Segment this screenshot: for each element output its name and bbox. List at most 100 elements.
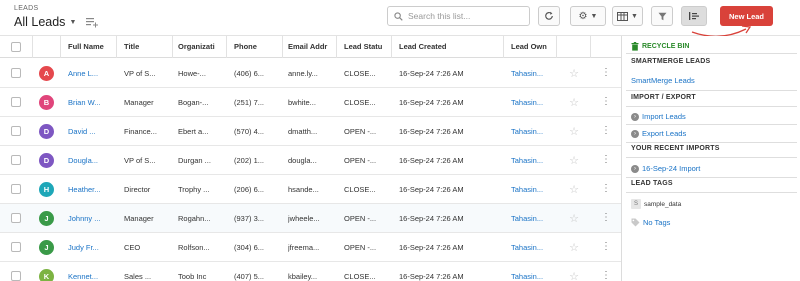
lead-name-link[interactable]: Kennet... [68,262,114,281]
lead-status: OPEN -... [344,155,377,165]
more-options-icon[interactable]: ⋮ [601,271,611,281]
more-options-icon[interactable]: ⋮ [601,242,611,252]
divider [626,53,797,54]
filter-button[interactable] [651,6,673,26]
column-header-email[interactable]: Email Addr [288,36,332,57]
lead-owner-link[interactable]: Tahasin... [511,175,555,203]
lead-name-link[interactable]: David ... [68,117,114,145]
lead-email: jfreema... [288,242,320,252]
settings-dropdown-button[interactable]: ⚙ ▼ [570,6,606,26]
star-icon[interactable]: ☆ [569,96,579,109]
export-leads-link[interactable]: › Export Leads [631,129,686,138]
more-options-icon[interactable]: ⋮ [601,126,611,136]
lead-owner-link[interactable]: Tahasin... [511,146,555,174]
lead-organization: Durgan ... [178,155,211,165]
lead-name-link[interactable]: Judy Fr... [68,233,114,261]
lead-owner-link[interactable]: Tahasin... [511,59,555,87]
column-header-lead-status[interactable]: Lead Statu [344,36,390,57]
divider [626,142,797,143]
table-row[interactable]: D Dougla... VP of S... Durgan ... (202) 1...… [0,146,621,175]
row-checkbox[interactable] [11,155,21,165]
column-header-organization[interactable]: Organizati [178,36,222,57]
row-checkbox[interactable] [11,184,21,194]
columns-dropdown-button[interactable]: ▼ [612,6,643,26]
star-icon[interactable]: ☆ [569,67,579,80]
row-checkbox[interactable] [11,213,21,223]
select-all-checkbox[interactable] [11,41,21,52]
search-input[interactable] [408,11,526,21]
table-row[interactable]: D David ... Finance... Ebert a... (570) 4...… [0,117,621,146]
lead-owner-link[interactable]: Tahasin... [511,88,555,116]
refresh-button[interactable] [538,6,560,26]
list-settings-icon[interactable] [86,17,98,28]
row-checkbox[interactable] [11,271,21,281]
refresh-icon [545,11,553,20]
more-options-icon[interactable]: ⋮ [601,213,611,223]
table-row[interactable]: J Johnny ... Manager Rogahn... (937) 3... jwh… [0,204,621,233]
star-icon[interactable]: ☆ [569,212,579,225]
lead-name-link[interactable]: Johnny ... [68,204,114,232]
lead-organization: Ebert a... [178,126,209,136]
lead-name-link[interactable]: Anne L... [68,59,114,87]
recent-import-link[interactable]: › 16-Sep-24 Import [631,164,700,173]
tag-sample-data[interactable]: S sample_data [631,199,681,209]
lead-organization: Rolfson... [178,242,210,252]
lead-name-link[interactable]: Brian W... [68,88,114,116]
lead-phone: (251) 7... [234,97,265,107]
table-row[interactable]: A Anne L... VP of S... Howe-... (406) 6... an… [0,59,621,88]
star-icon[interactable]: ☆ [569,241,579,254]
lead-owner-link[interactable]: Tahasin... [511,204,555,232]
lead-phone: (406) 6... [234,68,265,78]
lead-phone: (202) 1... [234,155,265,165]
recycle-bin-link[interactable]: RECYCLE BIN [631,42,689,51]
star-icon[interactable]: ☆ [569,183,579,196]
row-checkbox[interactable] [11,126,21,136]
lead-organization: Bogan-... [178,97,209,107]
table-row[interactable]: K Kennet... Sales ... Toob Inc (407) 5... kba… [0,262,621,281]
lead-owner-link[interactable]: Tahasin... [511,262,555,281]
more-options-icon[interactable]: ⋮ [601,68,611,78]
no-tags-link[interactable]: No Tags [631,218,670,227]
star-icon[interactable]: ☆ [569,154,579,167]
more-options-icon[interactable]: ⋮ [601,184,611,194]
lead-email: dougla... [288,155,317,165]
new-lead-button[interactable]: New Lead [720,6,773,26]
tag-letter-icon: S [631,199,641,209]
table-row[interactable]: B Brian W... Manager Bogan-... (251) 7... bwh… [0,88,621,117]
lead-email: bwhite... [288,97,316,107]
row-checkbox[interactable] [11,242,21,252]
lead-status: OPEN -... [344,213,377,223]
lead-created: 16-Sep-24 7:26 AM [399,184,464,194]
lead-name-link[interactable]: Heather... [68,175,114,203]
sidebar-toggle-button[interactable] [681,6,707,26]
more-options-icon[interactable]: ⋮ [601,97,611,107]
list-view-selector[interactable]: All Leads ▼ [14,15,76,29]
lead-created: 16-Sep-24 7:26 AM [399,155,464,165]
import-leads-link[interactable]: › Import Leads [631,112,686,121]
column-header-phone[interactable]: Phone [234,36,282,57]
lead-status: CLOSE... [344,271,376,281]
star-icon[interactable]: ☆ [569,125,579,138]
more-options-icon[interactable]: ⋮ [601,155,611,165]
lead-owner-link[interactable]: Tahasin... [511,117,555,145]
recycle-bin-icon [631,42,639,51]
table-row[interactable]: H Heather... Director Trophy ... (206) 6... h… [0,175,621,204]
row-checkbox[interactable] [11,97,21,107]
lead-phone: (937) 3... [234,213,265,223]
lead-owner-link[interactable]: Tahasin... [511,233,555,261]
column-header-full-name[interactable]: Full Name [68,36,116,57]
star-icon[interactable]: ☆ [569,270,579,281]
lead-name-link[interactable]: Dougla... [68,146,114,174]
avatar: H [39,181,54,197]
table-row[interactable]: J Judy Fr... CEO Rolfson... (304) 6... jfreem… [0,233,621,262]
recycle-bin-label: RECYCLE BIN [642,43,690,50]
search-box[interactable] [387,6,530,26]
smartmerge-leads-link[interactable]: SmartMerge Leads [631,76,695,85]
row-checkbox[interactable] [11,68,21,78]
lead-organization: Rogahn... [178,213,211,223]
column-header-title[interactable]: Title [124,36,170,57]
column-header-lead-owner[interactable]: Lead Own [511,36,555,57]
recent-imports-heading: YOUR RECENT IMPORTS [631,145,720,152]
column-header-lead-created[interactable]: Lead Created [399,36,499,57]
divider [626,90,797,91]
